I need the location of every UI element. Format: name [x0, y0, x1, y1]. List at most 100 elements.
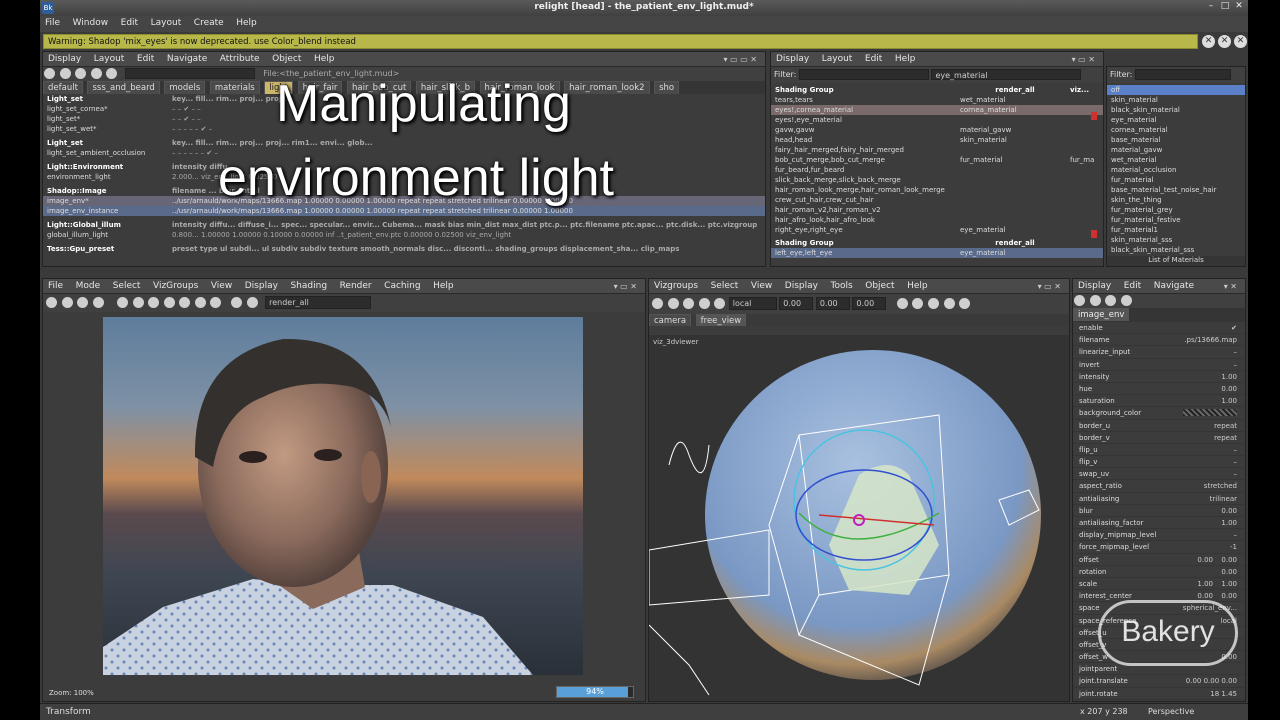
back-icon[interactable]	[1089, 295, 1101, 306]
help-icon[interactable]	[1074, 295, 1085, 306]
material-list-item[interactable]: material_occlusion	[1107, 165, 1245, 175]
compare-icon[interactable]	[163, 297, 175, 308]
zoom-icon[interactable]	[92, 297, 104, 308]
menu-layout[interactable]: Layout	[146, 16, 187, 30]
close-icon[interactable]: ✕	[1232, 1, 1246, 14]
material-list-item[interactable]: material_gavw	[1107, 145, 1245, 155]
material-list-item[interactable]: skin_material	[1107, 95, 1245, 105]
menu-display[interactable]: Display	[771, 52, 814, 66]
material-list-item[interactable]: base_material	[1107, 135, 1245, 145]
color-icon[interactable]	[179, 297, 191, 308]
attribute-value-2[interactable]: 0.00	[1221, 554, 1237, 566]
material-filter-input[interactable]: eye_material	[931, 69, 1082, 80]
attribute-value[interactable]: ✔	[1231, 322, 1237, 334]
menu-edit[interactable]: Edit	[116, 16, 143, 30]
attribute-row[interactable]: hue 0.00	[1073, 383, 1245, 396]
stop-icon[interactable]	[61, 297, 73, 308]
filter-input[interactable]	[798, 69, 929, 80]
menu-object[interactable]: Object	[267, 52, 306, 66]
menu-vizgroups[interactable]: Vizgroups	[649, 279, 703, 293]
panel-controls-icon[interactable]: ▾ ▭ ▭ ✕	[719, 53, 762, 66]
menu-help[interactable]: Help	[890, 52, 921, 66]
attribute-value[interactable]: trilinear	[1210, 493, 1237, 505]
attribute-value[interactable]: –	[1234, 359, 1238, 371]
channel-icon[interactable]	[132, 297, 144, 308]
material-list-item[interactable]: skin_the_thing	[1107, 195, 1245, 205]
attribute-row[interactable]: force_mipmap_level -1	[1073, 541, 1245, 554]
back-icon[interactable]	[59, 68, 71, 79]
menu-attribute[interactable]: Attribute	[215, 52, 265, 66]
attribute-row[interactable]: border_v repeat	[1073, 432, 1245, 444]
table-row[interactable]: hair_roman_look_merge,hair_roman_look_me…	[771, 185, 1103, 195]
exposure-icon[interactable]	[194, 297, 206, 308]
material-list-item[interactable]: black_skin_material	[1107, 105, 1245, 115]
menu-edit[interactable]: Edit	[132, 52, 159, 66]
attribute-value[interactable]: 0.00 0.00 0.00	[1186, 675, 1237, 687]
menu-view[interactable]: View	[746, 279, 777, 293]
menu-vizgroups[interactable]: VizGroups	[148, 279, 203, 293]
color-swatch[interactable]	[1183, 409, 1237, 417]
attribute-row[interactable]: saturation 1.00	[1073, 395, 1245, 408]
transform-tool-icon[interactable]	[714, 298, 726, 309]
table-row[interactable]: eyes!,eye_material	[771, 115, 1103, 125]
render-select[interactable]: render_all	[265, 296, 372, 309]
forward-icon[interactable]	[75, 68, 87, 79]
table-row[interactable]: hair_roman_v2,hair_roman_v2	[771, 205, 1103, 215]
grid-icon[interactable]	[117, 297, 129, 308]
select-tool-icon[interactable]	[652, 298, 663, 309]
menu-shading[interactable]: Shading	[285, 279, 332, 293]
attribute-row[interactable]: joint.rotate 18 1.45	[1073, 688, 1245, 700]
maximize-icon[interactable]: □	[1218, 1, 1232, 14]
attribute-value[interactable]: -1	[1230, 541, 1237, 553]
table-row[interactable]: tears,tears wet_material	[771, 95, 1103, 105]
menu-window[interactable]: Window	[68, 16, 114, 30]
material-list-item[interactable]: fur_material1	[1107, 225, 1245, 235]
attribute-value[interactable]: stretched	[1204, 480, 1237, 492]
attribute-value[interactable]: 0.00	[1221, 566, 1237, 578]
attribute-row[interactable]: invert –	[1073, 359, 1245, 371]
tab-models[interactable]: models	[164, 81, 206, 94]
attribute-row[interactable]: background_color	[1073, 407, 1245, 420]
camera-icon[interactable]	[912, 298, 924, 309]
menu-help[interactable]: Help	[902, 279, 933, 293]
attribute-value[interactable]: 1.00	[1221, 371, 1237, 383]
menu-view[interactable]: View	[206, 279, 237, 293]
coord-z-input[interactable]: 0.00	[852, 297, 887, 310]
material-list-item[interactable]: fur_material	[1107, 175, 1245, 185]
attribute-value[interactable]: –	[1234, 529, 1238, 541]
menu-edit[interactable]: Edit	[860, 52, 887, 66]
menu-mode[interactable]: Mode	[71, 279, 106, 293]
panel-controls-icon[interactable]: ▾ ▭ ✕	[609, 280, 642, 293]
material-list-item[interactable]: cornea_material	[1107, 125, 1245, 135]
forward-icon[interactable]	[1105, 295, 1117, 306]
attribute-value[interactable]: –	[1234, 444, 1238, 456]
menu-help[interactable]: Help	[428, 279, 459, 293]
light-icon[interactable]	[928, 298, 940, 309]
attribute-row[interactable]: linearize_input –	[1073, 346, 1245, 359]
material-list-item[interactable]: base_material_test_noise_hair	[1107, 185, 1245, 195]
attribute-row[interactable]: intensity 1.00	[1073, 371, 1245, 383]
tab-hair-roman-look2[interactable]: hair_roman_look2	[564, 81, 650, 94]
tab-materials[interactable]: materials	[209, 81, 260, 94]
attribute-value[interactable]: 0.00	[1221, 383, 1237, 395]
coord-y-input[interactable]: 0.00	[815, 297, 850, 310]
panel-controls-icon[interactable]: ▾ ▭ ✕	[1067, 53, 1100, 66]
material-list-item[interactable]: fur_material_festive	[1107, 215, 1245, 225]
coord-x-input[interactable]: 0.00	[779, 297, 814, 310]
attribute-row[interactable]: aspect_ratio stretched	[1073, 480, 1245, 493]
render-image[interactable]	[103, 317, 583, 675]
material-list-item[interactable]: black_skin_material_sss	[1107, 245, 1245, 255]
attribute-value[interactable]: –	[1234, 456, 1238, 468]
close-icon[interactable]	[1120, 295, 1132, 306]
menu-help[interactable]: Help	[309, 52, 340, 66]
attribute-row[interactable]: enable ✔	[1073, 322, 1245, 335]
panel-controls-icon[interactable]: ▾ ✕	[1219, 280, 1242, 293]
attribute-value[interactable]: 18 1.45	[1210, 688, 1237, 700]
material-list-item[interactable]: fur_material_grey	[1107, 205, 1245, 215]
menu-file[interactable]: File	[40, 16, 65, 30]
attribute-row[interactable]: flip_v –	[1073, 456, 1245, 469]
table-row[interactable]: fairy_hair_merged,fairy_hair_merged	[771, 145, 1103, 155]
panel-controls-icon[interactable]: ▾ ▭ ✕	[1033, 280, 1066, 293]
viewport-3d[interactable]: viz_3dviewer	[649, 335, 1069, 701]
snapshot-icon[interactable]	[77, 297, 89, 308]
